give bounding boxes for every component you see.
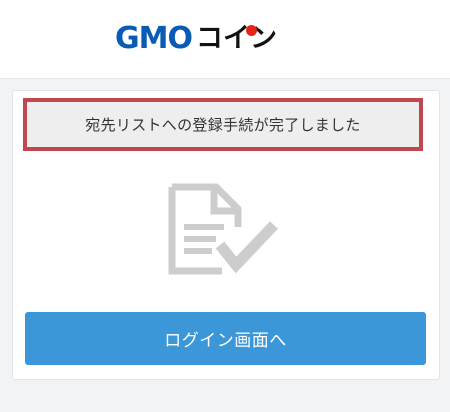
document-check-icon <box>168 183 278 275</box>
logo-coin-label: コイン <box>195 23 277 54</box>
app-header: GMO コイン <box>0 0 450 79</box>
completion-card: 宛先リストへの登録手続が完了しました ログイン画面へ <box>12 90 440 380</box>
login-screen-button[interactable]: ログイン画面へ <box>25 312 426 365</box>
logo-red-dot <box>245 25 257 36</box>
gmo-coin-logo: GMO コイン <box>115 22 277 56</box>
logo-gmo-text: GMO <box>115 21 193 56</box>
logo-coin-text: コイン <box>196 22 277 56</box>
completion-message-box: 宛先リストへの登録手続が完了しました <box>23 98 423 151</box>
completion-message: 宛先リストへの登録手続が完了しました <box>85 116 361 134</box>
